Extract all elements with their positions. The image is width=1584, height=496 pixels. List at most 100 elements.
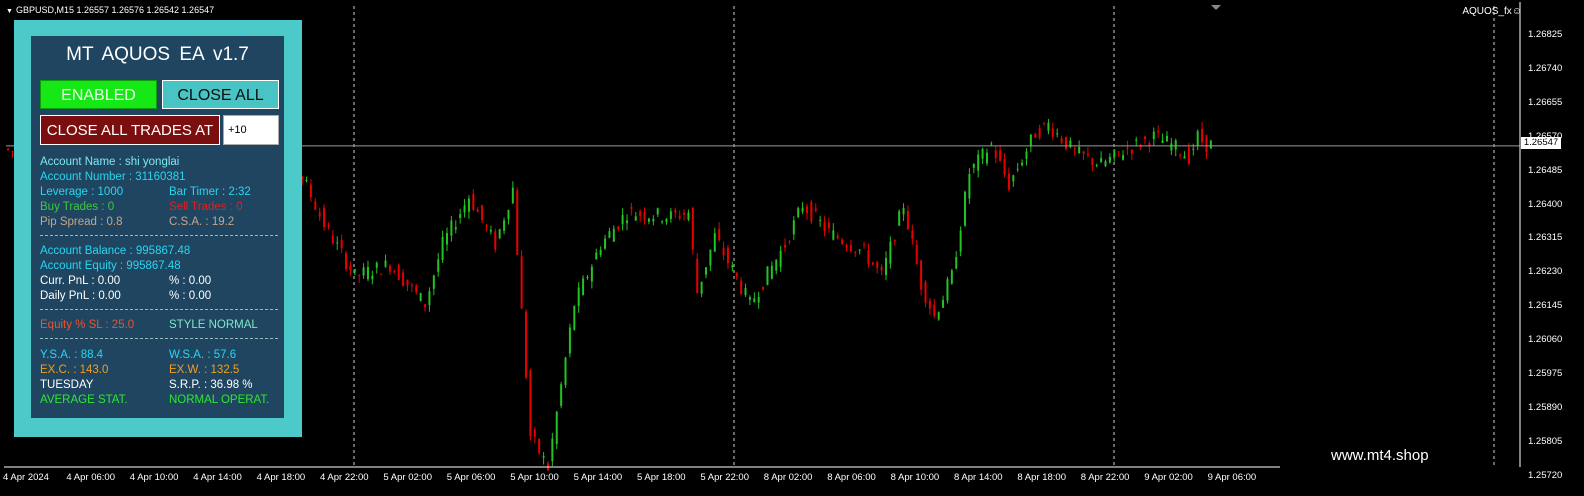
divider (40, 235, 278, 236)
time-tick-label: 4 Apr 10:00 (129, 472, 179, 483)
candle-body (718, 228, 721, 241)
candle-body (893, 239, 896, 242)
candle-body (1117, 151, 1120, 153)
candle-body (889, 241, 892, 264)
ea-panel-body: MT AQUOS EA v1.7 ENABLED CLOSE ALL CLOSE… (31, 36, 284, 418)
candle-body (1174, 140, 1177, 150)
candle-body (538, 438, 541, 454)
candle-body (450, 220, 453, 236)
price-tick-label: 1.25890 (1528, 401, 1563, 413)
candle-body (1130, 149, 1133, 154)
candle-body (753, 298, 756, 303)
candle-body (529, 370, 532, 436)
candle-body (924, 281, 927, 303)
candle-body (849, 244, 852, 252)
ea-panel: MT AQUOS EA v1.7 ENABLED CLOSE ALL CLOSE… (14, 20, 302, 437)
time-tick-label: 4 Apr 2024 (3, 472, 49, 483)
candle-body (349, 266, 352, 271)
candle-body (678, 216, 681, 219)
time-tick-label: 8 Apr 06:00 (827, 472, 876, 483)
candle-body (713, 233, 716, 252)
candle-body (647, 218, 650, 222)
candle-body (665, 218, 668, 222)
candle-body (985, 152, 988, 164)
price-tick-label: 1.26230 (1528, 266, 1563, 278)
candle-body (485, 225, 488, 227)
close-all-button[interactable]: CLOSE ALL (162, 80, 279, 109)
candle-body (937, 312, 940, 320)
candle-body (314, 201, 317, 210)
candle-body (1113, 149, 1116, 158)
candle-body (1108, 156, 1111, 163)
candle-body (1170, 143, 1173, 151)
candle-body (757, 297, 760, 303)
candle-body (481, 205, 484, 221)
candle-body (1003, 158, 1006, 175)
symbol-header: ▼ GBPUSD,M15 1.26557 1.26576 1.26542 1.26… (6, 5, 214, 15)
candle-body (1196, 131, 1199, 147)
candle-body (744, 288, 747, 296)
close-all-trades-at-button[interactable]: CLOSE ALL TRADES AT (40, 115, 220, 145)
price-tick-label: 1.25975 (1528, 368, 1563, 379)
daily-pnl: Daily PnL : 0.00 (40, 290, 121, 302)
candle-body (362, 267, 365, 276)
candle-body (683, 212, 686, 215)
candle-body (621, 215, 624, 225)
candle-body (454, 227, 457, 230)
enabled-button[interactable]: ENABLED (40, 80, 157, 109)
ysa: Y.S.A. : 88.4 (40, 349, 104, 361)
candle-body (906, 210, 909, 230)
weekday: TUESDAY (40, 379, 94, 391)
candle-body (305, 180, 308, 182)
candle-body (568, 327, 571, 354)
candle-body (792, 220, 795, 235)
watermark-text: www.mt4.shop (1331, 447, 1429, 464)
candle-body (933, 304, 936, 316)
candle-body (406, 279, 409, 286)
candle-body (942, 299, 945, 308)
candle-body (472, 193, 475, 211)
candle-body (1201, 128, 1204, 142)
candle-body (726, 247, 729, 264)
candle-body (1100, 158, 1103, 163)
candle-body (1144, 136, 1147, 139)
candle-body (331, 235, 334, 244)
time-tick-label: 9 Apr 02:00 (1144, 472, 1193, 483)
candle-body (994, 150, 997, 158)
candle-body (1135, 139, 1138, 141)
candle-body (1021, 162, 1024, 166)
candle-body (1091, 158, 1094, 166)
sell-trades: Sell Trades : 0 (169, 201, 243, 213)
candle-body (7, 148, 9, 150)
candle-body (876, 262, 879, 268)
close-trades-target-input[interactable] (223, 115, 279, 145)
candle-body (1095, 165, 1098, 167)
collapse-arrow-icon[interactable]: ▼ (6, 8, 13, 15)
candle-body (652, 218, 655, 222)
candle-body (573, 306, 576, 330)
candle-body (1056, 133, 1059, 135)
candle-body (928, 300, 931, 309)
candle-body (885, 257, 887, 276)
time-tick-label: 8 Apr 14:00 (954, 472, 1003, 483)
candle-body (709, 249, 712, 266)
candle-body (419, 293, 422, 301)
chart-shift-marker[interactable] (1211, 5, 1221, 10)
candle-body (467, 198, 470, 212)
candle-body (674, 210, 677, 213)
candle-body (770, 265, 773, 279)
candle-body (797, 208, 800, 217)
candle-body (380, 274, 383, 276)
candle-body (323, 207, 326, 228)
csa: C.S.A. : 19.2 (169, 216, 235, 228)
candle-body (459, 214, 462, 219)
time-tick-label: 5 Apr 10:00 (510, 472, 559, 483)
divider (40, 338, 278, 339)
candle-body (1012, 175, 1015, 182)
candle-body (520, 256, 523, 309)
candle-body (691, 208, 694, 250)
candle-body (630, 206, 633, 209)
price-tick-label: 1.26570 (1528, 130, 1563, 142)
candle-body (832, 230, 835, 240)
candle-body (656, 208, 659, 215)
